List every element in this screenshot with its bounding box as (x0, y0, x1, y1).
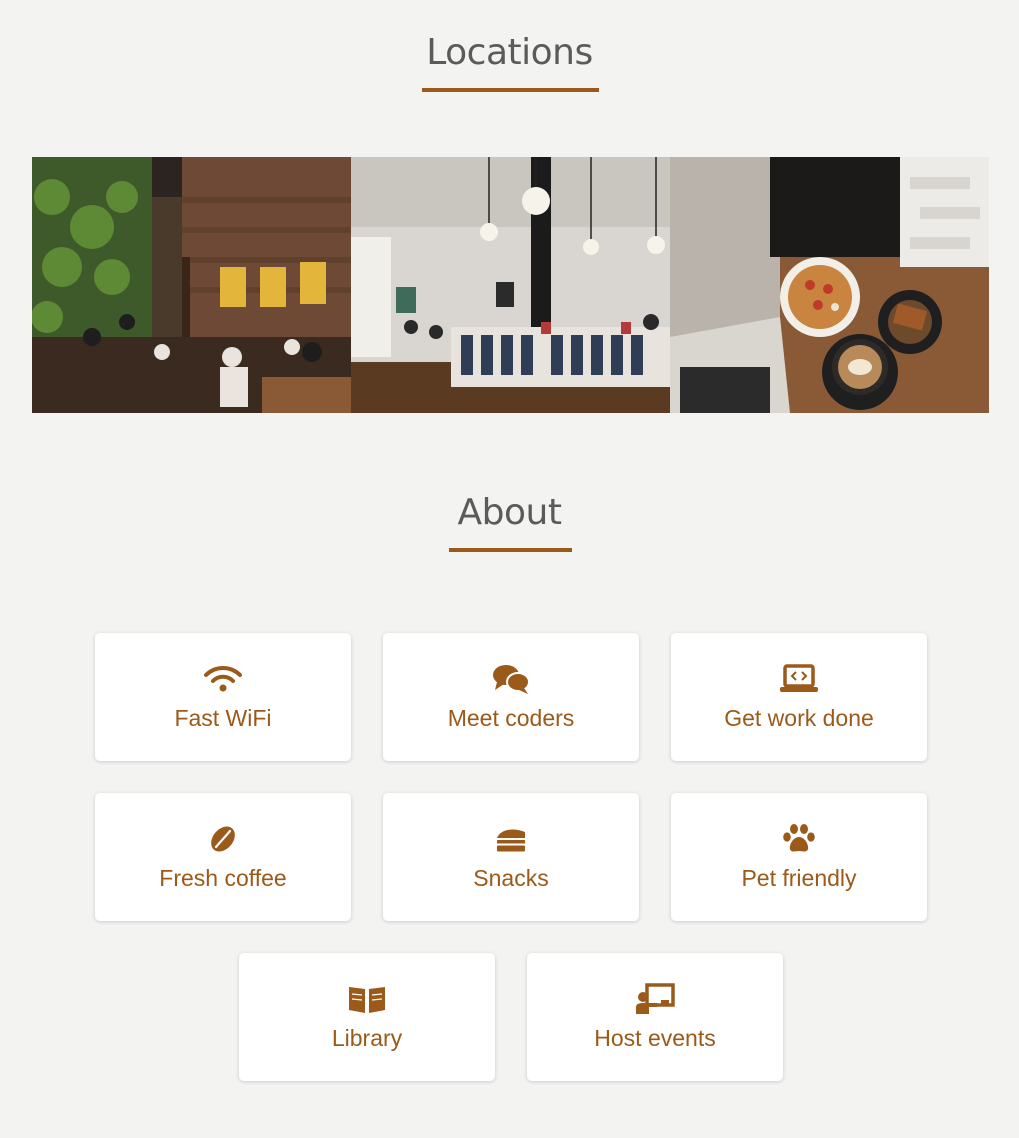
feature-card-fresh-coffee: Fresh coffee (95, 793, 351, 921)
feature-card-library: Library (239, 953, 495, 1081)
locations-heading: Locations (426, 32, 593, 73)
open-book-icon (239, 983, 495, 1015)
paw-icon (671, 823, 927, 855)
locations-heading-underline (422, 88, 599, 92)
feature-label: Meet coders (447, 705, 575, 731)
cafe-interior-green-wall-photo (32, 157, 351, 413)
feature-card-snacks: Snacks (383, 793, 639, 921)
chat-bubbles-icon (383, 663, 639, 695)
feature-card-pet-friendly: Pet friendly (671, 793, 927, 921)
feature-label: Library (331, 1025, 403, 1051)
wifi-icon (95, 663, 351, 695)
locations-gallery (32, 157, 989, 413)
feature-label: Fresh coffee (159, 865, 287, 891)
presentation-icon (527, 983, 783, 1015)
feature-card-fast-wifi: Fast WiFi (95, 633, 351, 761)
laptop-code-icon (671, 663, 927, 695)
cake-slice-icon (383, 823, 639, 855)
feature-label: Snacks (473, 865, 549, 891)
feature-label: Fast WiFi (174, 705, 272, 731)
cafe-counter-pendant-lights-photo (351, 157, 670, 413)
feature-label: Pet friendly (741, 865, 857, 891)
about-heading-underline (449, 548, 572, 552)
feature-card-host-events: Host events (527, 953, 783, 1081)
feature-card-meet-coders: Meet coders (383, 633, 639, 761)
latte-and-bowl-by-window-photo (670, 157, 989, 413)
coffee-bean-icon (95, 823, 351, 855)
feature-label: Host events (594, 1025, 716, 1051)
feature-label: Get work done (724, 705, 874, 731)
about-heading: About (457, 492, 562, 533)
feature-card-get-work-done: Get work done (671, 633, 927, 761)
